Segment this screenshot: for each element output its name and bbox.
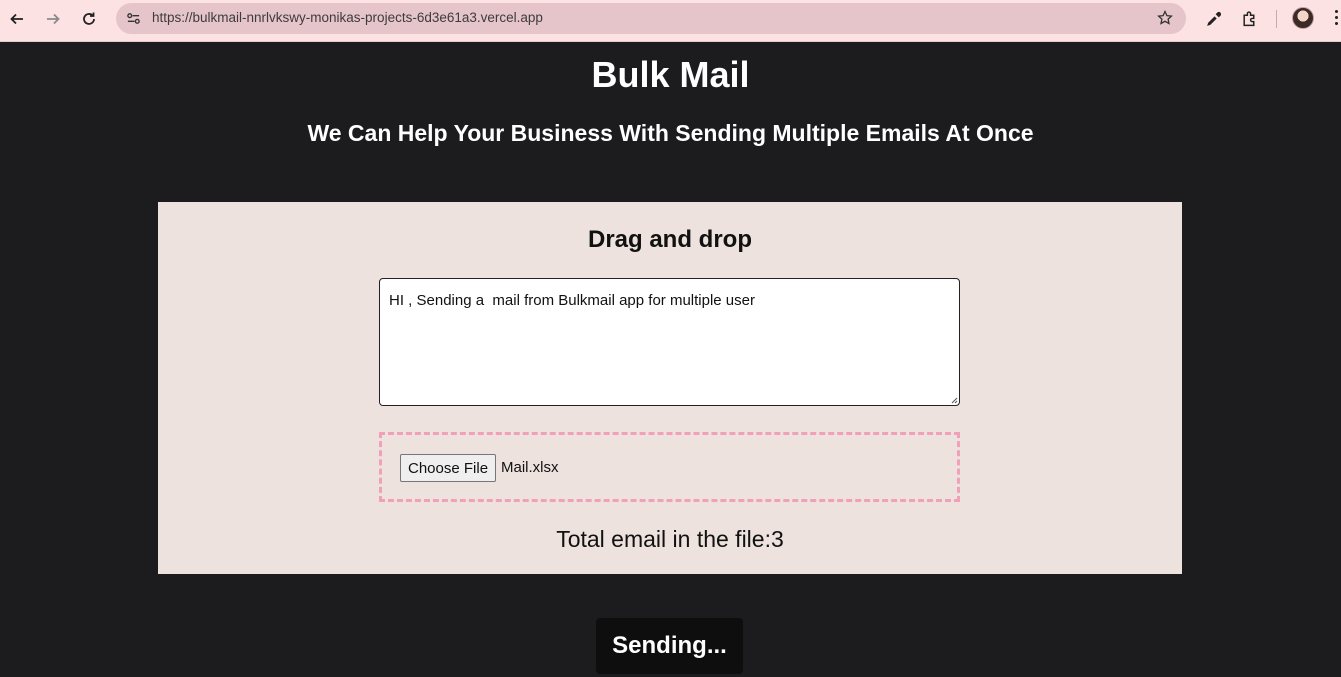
toolbar-divider	[1276, 10, 1277, 28]
extensions-icon[interactable]	[1238, 8, 1260, 30]
message-textarea[interactable]: HI , Sending a mail from Bulkmail app fo…	[379, 278, 960, 406]
resize-grip-icon[interactable]	[950, 396, 958, 404]
send-button[interactable]: Sending...	[596, 618, 743, 674]
upload-panel: Drag and drop HI , Sending a mail from B…	[158, 202, 1182, 574]
url-text[interactable]: https://bulkmail-nnrlvkswy-monikas-proje…	[152, 10, 543, 25]
forward-icon[interactable]	[41, 7, 65, 31]
address-bar[interactable]: https://bulkmail-nnrlvkswy-monikas-proje…	[116, 3, 1186, 34]
eyedropper-icon[interactable]	[1202, 8, 1224, 30]
file-drop-zone[interactable]: Choose File Mail.xlsx	[379, 432, 960, 502]
site-info-icon[interactable]	[124, 9, 142, 27]
email-count-value: 3	[770, 526, 784, 552]
reload-icon[interactable]	[77, 7, 101, 31]
choose-file-button[interactable]: Choose File	[400, 454, 497, 482]
profile-avatar[interactable]	[1292, 7, 1314, 29]
page-subtitle: We Can Help Your Business With Sending M…	[307, 120, 1034, 146]
bookmark-star-icon[interactable]	[1156, 9, 1174, 27]
selected-file-name: Mail.xlsx	[501, 459, 559, 476]
back-icon[interactable]	[5, 7, 29, 31]
page-title: Bulk Mail	[591, 54, 750, 95]
email-count-label: Total email in the file:	[556, 526, 771, 552]
menu-icon[interactable]	[1334, 10, 1340, 28]
email-count: Total email in the file:3	[158, 526, 1182, 553]
panel-title: Drag and drop	[587, 226, 752, 253]
browser-toolbar: https://bulkmail-nnrlvkswy-monikas-proje…	[0, 0, 1341, 42]
